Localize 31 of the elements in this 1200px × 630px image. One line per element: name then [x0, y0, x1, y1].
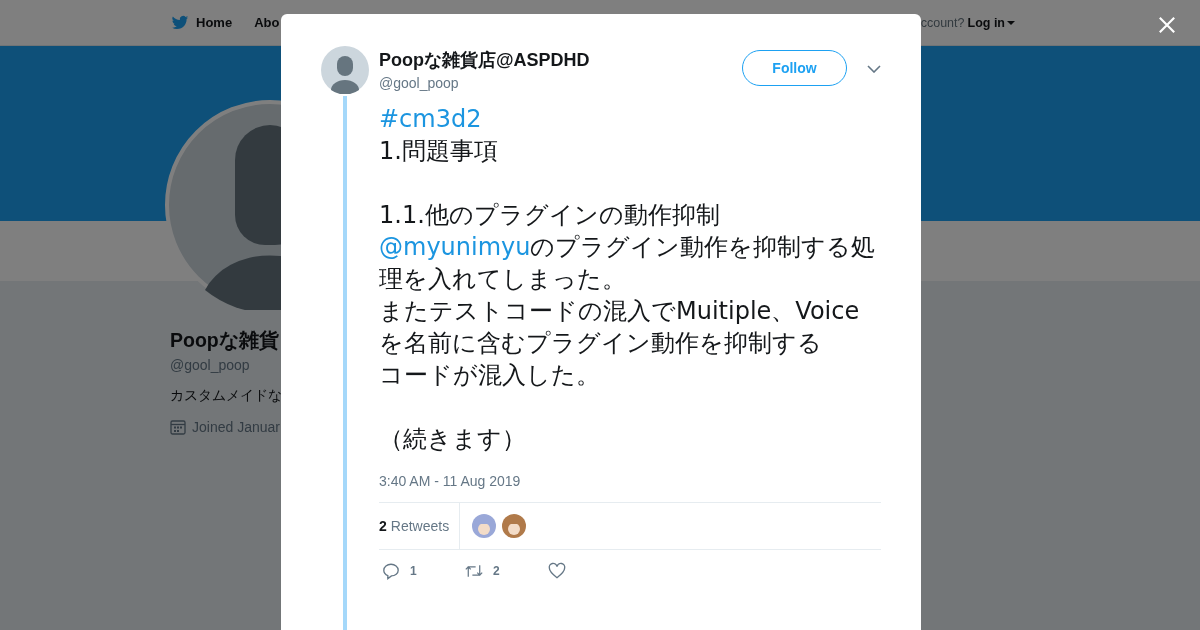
profile-name: Poopな雑貨: [170, 328, 279, 353]
tweet-timestamp[interactable]: 3:40 AM - 11 Aug 2019: [379, 473, 881, 489]
heart-icon[interactable]: [548, 562, 566, 580]
mention-link[interactable]: @myunimyu: [379, 233, 531, 261]
close-icon[interactable]: [1158, 16, 1176, 34]
nav-link[interactable]: Abo: [254, 15, 280, 30]
tweet-text: 1.1.他のプラグインの動作抑制: [379, 200, 720, 231]
author-handle[interactable]: @gool_poop: [379, 75, 742, 91]
tweet-text: コードが混入した。: [379, 360, 600, 391]
retweet-icon[interactable]: [465, 562, 483, 580]
tweet-text: @myunimyuのプラグイン動作を抑制する処理を入れてしまった。: [379, 232, 877, 295]
reply-icon[interactable]: [382, 562, 400, 580]
tweet-text: （続きます）: [379, 424, 526, 455]
follow-button[interactable]: Follow: [742, 50, 847, 86]
bird-icon[interactable]: [170, 13, 190, 32]
retweets-count[interactable]: 2 Retweets: [379, 503, 461, 549]
chevron-down-icon[interactable]: [867, 65, 881, 73]
avatar[interactable]: [321, 46, 369, 94]
action-count: 2: [493, 564, 500, 578]
calendar-icon: [170, 419, 186, 435]
login-link[interactable]: Log in: [967, 15, 1015, 30]
profile-handle: @gool_poop: [170, 357, 251, 373]
tweet-text: 1.問題事項: [379, 136, 498, 167]
joined-date: Joined Januar: [192, 419, 280, 435]
hashtag-link[interactable]: #cm3d2: [379, 103, 482, 135]
author-name[interactable]: Poopな雑貨店@ASPDHD: [379, 48, 742, 72]
profile-bio: カスタムメイドな: [170, 387, 282, 405]
tweet-text: またテストコードの混入でMuitiple、Voiceを名前に含むプラグイン動作を抑制する: [379, 296, 861, 359]
action-count: 1: [410, 564, 417, 578]
nav-link[interactable]: Home: [196, 15, 233, 30]
account-prompt: ccount?: [920, 15, 965, 30]
